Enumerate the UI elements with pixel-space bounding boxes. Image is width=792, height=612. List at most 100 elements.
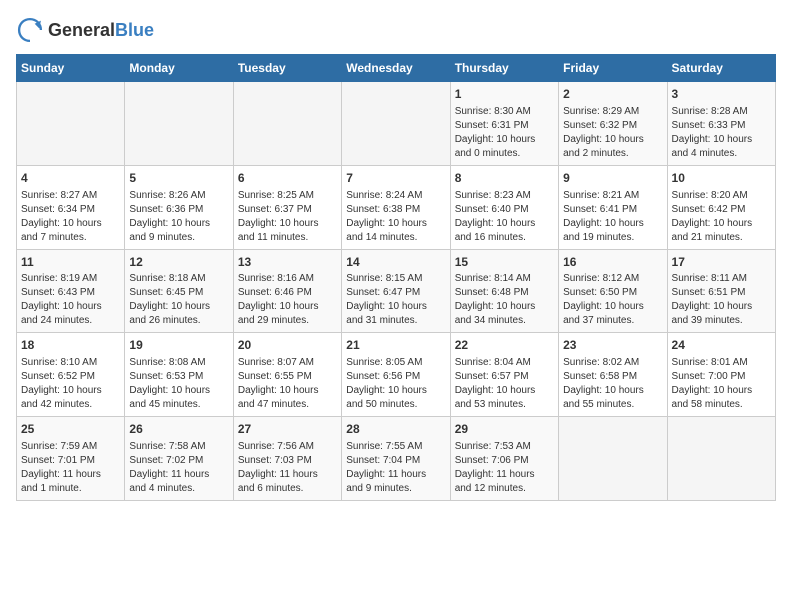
day-number: 19 [129, 337, 228, 354]
calendar-cell: 9Sunrise: 8:21 AM Sunset: 6:41 PM Daylig… [559, 165, 667, 249]
day-info: Sunrise: 8:05 AM Sunset: 6:56 PM Dayligh… [346, 356, 445, 412]
day-info: Sunrise: 8:15 AM Sunset: 6:47 PM Dayligh… [346, 272, 445, 328]
day-number: 5 [129, 170, 228, 187]
calendar-cell: 29 Sunrise: 7:53 AM Sunset: 7:06 PM Dayli… [450, 417, 558, 501]
calendar-cell: 19Sunrise: 8:08 AM Sunset: 6:53 PM Dayli… [125, 333, 233, 417]
calendar-cell: 16Sunrise: 8:12 AM Sunset: 6:50 PM Dayli… [559, 249, 667, 333]
day-number: 21 [346, 337, 445, 354]
day-info: Sunrise: 8:20 AM Sunset: 6:42 PM Dayligh… [672, 189, 771, 245]
day-info: Sunrise: 8:02 AM Sunset: 6:58 PM Dayligh… [563, 356, 662, 412]
day-info: Sunrise: 8:07 AM Sunset: 6:55 PM Dayligh… [238, 356, 337, 412]
calendar-cell: 13Sunrise: 8:16 AM Sunset: 6:46 PM Dayli… [233, 249, 341, 333]
logo: GeneralBlue [16, 16, 154, 44]
day-number: 29 [455, 421, 554, 438]
day-number: 7 [346, 170, 445, 187]
calendar-cell [125, 82, 233, 166]
calendar-table: SundayMondayTuesdayWednesdayThursdayFrid… [16, 54, 776, 501]
day-number: 3 [672, 86, 771, 103]
logo-text: GeneralBlue [48, 20, 154, 41]
calendar-cell: 27Sunrise: 7:56 AM Sunset: 7:03 PM Dayli… [233, 417, 341, 501]
logo-general: General [48, 20, 115, 40]
day-number: 22 [455, 337, 554, 354]
day-info: Sunrise: 8:11 AM Sunset: 6:51 PM Dayligh… [672, 272, 771, 328]
calendar-cell: 21 Sunrise: 8:05 AM Sunset: 6:56 PM Dayli… [342, 333, 450, 417]
day-of-week-header: Friday [559, 55, 667, 82]
day-of-week-header: Sunday [17, 55, 125, 82]
day-number: 1 [455, 86, 554, 103]
calendar-week-row: 11Sunrise: 8:19 AM Sunset: 6:43 PM Dayli… [17, 249, 776, 333]
day-info: Sunrise: 8:30 AM Sunset: 6:31 PM Dayligh… [455, 105, 554, 161]
day-info: Sunrise: 8:26 AM Sunset: 6:36 PM Dayligh… [129, 189, 228, 245]
calendar-cell [559, 417, 667, 501]
calendar-cell: 6 Sunrise: 8:25 AM Sunset: 6:37 PM Daylig… [233, 165, 341, 249]
calendar-cell: 8 Sunrise: 8:23 AM Sunset: 6:40 PM Daylig… [450, 165, 558, 249]
day-number: 27 [238, 421, 337, 438]
day-number: 15 [455, 254, 554, 271]
calendar-week-row: 1 Sunrise: 8:30 AM Sunset: 6:31 PM Daylig… [17, 82, 776, 166]
day-info: Sunrise: 8:28 AM Sunset: 6:33 PM Dayligh… [672, 105, 771, 161]
calendar-cell: 24 Sunrise: 8:01 AM Sunset: 7:00 PM Dayli… [667, 333, 775, 417]
day-number: 9 [563, 170, 662, 187]
day-number: 8 [455, 170, 554, 187]
calendar-cell: 28Sunrise: 7:55 AM Sunset: 7:04 PM Dayli… [342, 417, 450, 501]
calendar-cell [233, 82, 341, 166]
day-info: Sunrise: 8:12 AM Sunset: 6:50 PM Dayligh… [563, 272, 662, 328]
day-info: Sunrise: 8:24 AM Sunset: 6:38 PM Dayligh… [346, 189, 445, 245]
day-info: Sunrise: 8:18 AM Sunset: 6:45 PM Dayligh… [129, 272, 228, 328]
day-info: Sunrise: 8:14 AM Sunset: 6:48 PM Dayligh… [455, 272, 554, 328]
calendar-cell: 2Sunrise: 8:29 AM Sunset: 6:32 PM Daylig… [559, 82, 667, 166]
calendar-cell: 22 Sunrise: 8:04 AM Sunset: 6:57 PM Dayli… [450, 333, 558, 417]
day-number: 6 [238, 170, 337, 187]
day-number: 20 [238, 337, 337, 354]
calendar-cell [17, 82, 125, 166]
day-of-week-header: Monday [125, 55, 233, 82]
day-info: Sunrise: 8:04 AM Sunset: 6:57 PM Dayligh… [455, 356, 554, 412]
logo-icon [16, 16, 44, 44]
calendar-cell: 17Sunrise: 8:11 AM Sunset: 6:51 PM Dayli… [667, 249, 775, 333]
calendar-cell: 12Sunrise: 8:18 AM Sunset: 6:45 PM Dayli… [125, 249, 233, 333]
calendar-cell: 5 Sunrise: 8:26 AM Sunset: 6:36 PM Daylig… [125, 165, 233, 249]
calendar-cell: 15Sunrise: 8:14 AM Sunset: 6:48 PM Dayli… [450, 249, 558, 333]
day-number: 17 [672, 254, 771, 271]
page-header: GeneralBlue [16, 16, 776, 44]
day-number: 4 [21, 170, 120, 187]
day-number: 10 [672, 170, 771, 187]
logo-blue: Blue [115, 20, 154, 40]
calendar-cell: 11Sunrise: 8:19 AM Sunset: 6:43 PM Dayli… [17, 249, 125, 333]
calendar-cell: 25Sunrise: 7:59 AM Sunset: 7:01 PM Dayli… [17, 417, 125, 501]
day-info: Sunrise: 8:23 AM Sunset: 6:40 PM Dayligh… [455, 189, 554, 245]
calendar-cell: 3 Sunrise: 8:28 AM Sunset: 6:33 PM Daylig… [667, 82, 775, 166]
calendar-week-row: 25Sunrise: 7:59 AM Sunset: 7:01 PM Dayli… [17, 417, 776, 501]
calendar-cell: 18 Sunrise: 8:10 AM Sunset: 6:52 PM Dayli… [17, 333, 125, 417]
day-info: Sunrise: 8:27 AM Sunset: 6:34 PM Dayligh… [21, 189, 120, 245]
calendar-cell [667, 417, 775, 501]
calendar-week-row: 4 Sunrise: 8:27 AM Sunset: 6:34 PM Daylig… [17, 165, 776, 249]
day-info: Sunrise: 8:10 AM Sunset: 6:52 PM Dayligh… [21, 356, 120, 412]
calendar-cell [342, 82, 450, 166]
day-number: 14 [346, 254, 445, 271]
calendar-header-row: SundayMondayTuesdayWednesdayThursdayFrid… [17, 55, 776, 82]
calendar-cell: 14Sunrise: 8:15 AM Sunset: 6:47 PM Dayli… [342, 249, 450, 333]
day-info: Sunrise: 8:01 AM Sunset: 7:00 PM Dayligh… [672, 356, 771, 412]
calendar-cell: 20 Sunrise: 8:07 AM Sunset: 6:55 PM Dayli… [233, 333, 341, 417]
day-number: 12 [129, 254, 228, 271]
day-number: 26 [129, 421, 228, 438]
day-of-week-header: Tuesday [233, 55, 341, 82]
day-number: 16 [563, 254, 662, 271]
day-info: Sunrise: 7:53 AM Sunset: 7:06 PM Dayligh… [455, 440, 554, 496]
calendar-cell: 23 Sunrise: 8:02 AM Sunset: 6:58 PM Dayli… [559, 333, 667, 417]
calendar-cell: 10 Sunrise: 8:20 AM Sunset: 6:42 PM Dayli… [667, 165, 775, 249]
day-of-week-header: Wednesday [342, 55, 450, 82]
day-info: Sunrise: 8:25 AM Sunset: 6:37 PM Dayligh… [238, 189, 337, 245]
day-info: Sunrise: 8:29 AM Sunset: 6:32 PM Dayligh… [563, 105, 662, 161]
calendar-cell: 4 Sunrise: 8:27 AM Sunset: 6:34 PM Daylig… [17, 165, 125, 249]
day-number: 18 [21, 337, 120, 354]
day-info: Sunrise: 7:58 AM Sunset: 7:02 PM Dayligh… [129, 440, 228, 496]
day-info: Sunrise: 7:59 AM Sunset: 7:01 PM Dayligh… [21, 440, 120, 496]
day-number: 24 [672, 337, 771, 354]
day-number: 23 [563, 337, 662, 354]
calendar-cell: 26 Sunrise: 7:58 AM Sunset: 7:02 PM Dayli… [125, 417, 233, 501]
day-number: 11 [21, 254, 120, 271]
day-number: 13 [238, 254, 337, 271]
day-info: Sunrise: 8:19 AM Sunset: 6:43 PM Dayligh… [21, 272, 120, 328]
